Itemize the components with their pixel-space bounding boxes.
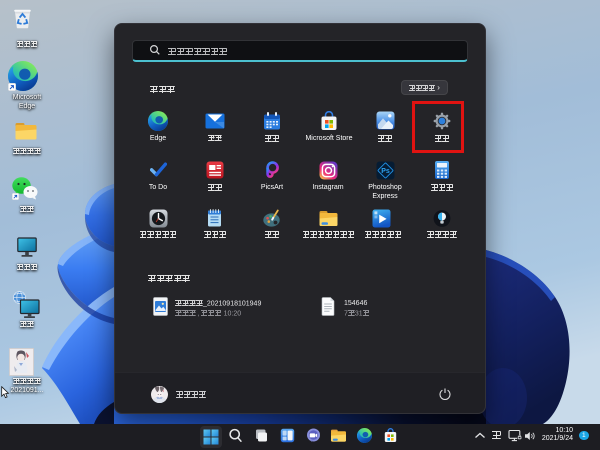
svg-text:Ps: Ps (381, 168, 390, 175)
